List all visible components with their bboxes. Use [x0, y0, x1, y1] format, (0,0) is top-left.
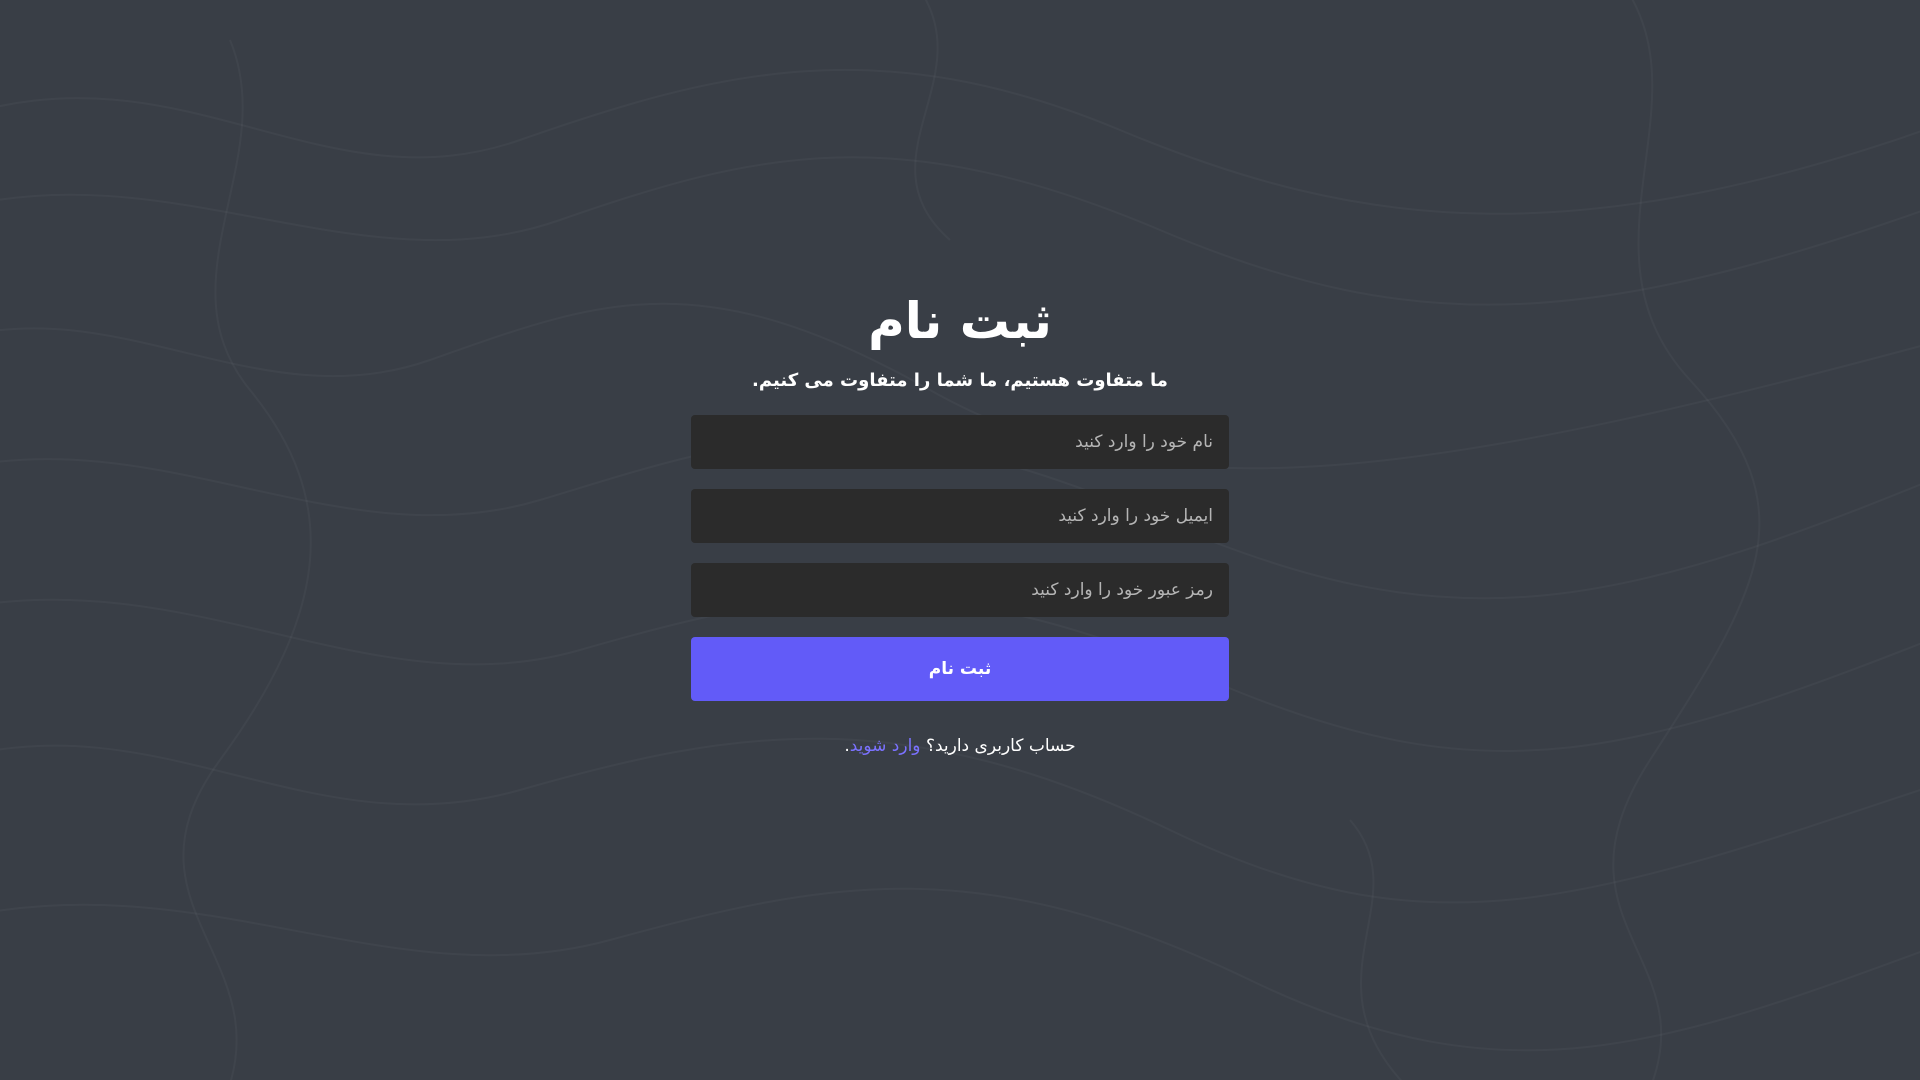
register-form: ثبت نام: [691, 415, 1229, 701]
login-prompt: حساب کاربری دارید؟ وارد شوید.: [691, 731, 1229, 761]
register-panel: ثبت نام ما متفاوت هستیم، ما شما را متفاو…: [691, 290, 1229, 761]
page-title: ثبت نام: [868, 292, 1052, 350]
password-input[interactable]: [691, 563, 1229, 617]
login-link[interactable]: وارد شوید: [850, 736, 921, 756]
name-input[interactable]: [691, 415, 1229, 469]
page-subtitle: ما متفاوت هستیم، ما شما را متفاوت می کنی…: [752, 370, 1168, 391]
login-question-text: حساب کاربری دارید؟: [925, 736, 1076, 756]
register-button[interactable]: ثبت نام: [691, 637, 1229, 701]
email-input[interactable]: [691, 489, 1229, 543]
